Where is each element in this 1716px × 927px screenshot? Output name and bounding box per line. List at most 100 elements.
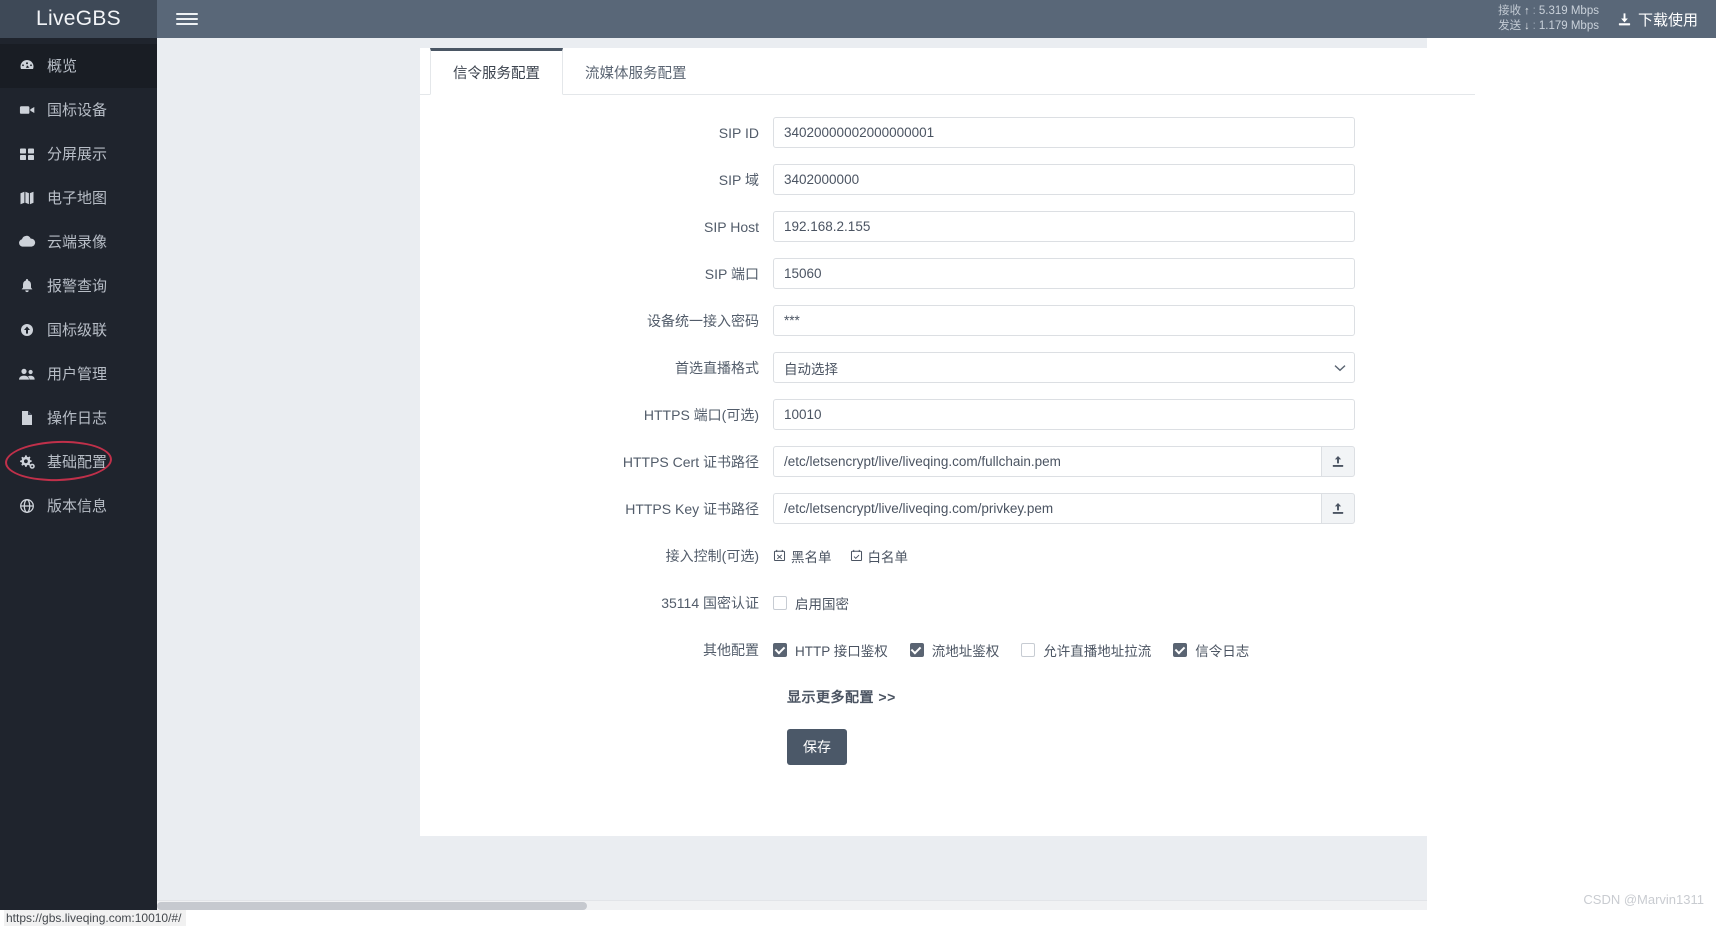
browser-status-bar: https://gbs.liveqing.com:10010/#/ [0, 910, 1716, 927]
form-row-live-format: 首选直播格式 [420, 352, 1475, 383]
app-window: LiveGBS 概览 国标设备 分屏展示 电子地图 云端录像 报警查询 国标级联… [0, 0, 1716, 927]
tab-media-service-config[interactable]: 流媒体服务配置 [563, 48, 709, 94]
sidebar-item-label: 国标级联 [47, 321, 108, 339]
sidebar-item-users[interactable]: 用户管理 [0, 352, 157, 396]
sidebar-item-overview[interactable]: 概览 [0, 44, 157, 88]
network-send-value: 1.179 Mbps [1538, 20, 1599, 32]
https-key-input[interactable] [773, 493, 1321, 524]
stream-url-auth-checkbox[interactable] [909, 642, 924, 657]
sidebar-item-version-info[interactable]: 版本信息 [0, 484, 157, 528]
show-more-config-link[interactable]: 显示更多配置 >> [787, 687, 896, 707]
form-row-sip-port: SIP 端口 [420, 258, 1475, 289]
device-password-input[interactable] [773, 305, 1355, 336]
sidebar-item-label: 操作日志 [47, 409, 108, 427]
form-row-https-port: HTTPS 端口(可选) [420, 399, 1475, 430]
sip-host-input[interactable] [773, 211, 1355, 242]
sip-domain-label: SIP 域 [718, 171, 759, 188]
form-row-device-password: 设备统一接入密码 [420, 305, 1475, 336]
live-format-select[interactable] [773, 352, 1355, 383]
form-row-other-config: 其他配置 HTTP 接口鉴权 流地址鉴权 允许直播地址拉流 信令日志 [420, 634, 1475, 665]
https-key-field-wrap [773, 493, 1355, 524]
scrollbar-thumb[interactable] [157, 902, 587, 910]
blacklist-label: 黑名单 [791, 549, 832, 565]
form-row-sip-domain: SIP 域 [420, 164, 1475, 195]
download-usage-button[interactable]: 下载使用 [1617, 9, 1698, 30]
https-port-input[interactable] [773, 399, 1355, 430]
stream-url-auth-checkbox-item[interactable]: 流地址鉴权 [909, 640, 999, 660]
allow-live-pull-checkbox-item[interactable]: 允许直播地址拉流 [1021, 640, 1151, 660]
http-api-auth-checkbox-item[interactable]: HTTP 接口鉴权 [773, 640, 888, 660]
form-row-sip-host: SIP Host [420, 211, 1475, 242]
sidebar-item-alarms[interactable]: 报警查询 [0, 264, 157, 308]
sidebar-item-cloud-record[interactable]: 云端录像 [0, 220, 157, 264]
map-icon [16, 189, 38, 207]
access-control-options: 黑名单 白名单 [773, 540, 908, 571]
signaling-log-checkbox[interactable] [1173, 642, 1188, 657]
enable-gm-checkbox-item[interactable]: 启用国密 [773, 593, 849, 613]
download-icon [1617, 12, 1632, 27]
gm-auth-label: 35114 国密认证 [661, 594, 759, 611]
list-icon [773, 549, 786, 562]
sidebar-item-basic-config[interactable]: 基础配置 [0, 439, 157, 484]
whitelist-button[interactable]: 白名单 [850, 546, 908, 566]
live-format-label: 首选直播格式 [675, 359, 759, 376]
watermark-text: CSDN @Marvin1311 [1583, 892, 1704, 907]
save-button[interactable]: 保存 [787, 729, 847, 765]
gears-icon [16, 453, 38, 471]
sip-id-input[interactable] [773, 117, 1355, 148]
http-api-auth-checkbox[interactable] [773, 642, 787, 657]
https-key-upload-button[interactable] [1321, 493, 1355, 524]
enable-gm-checkbox[interactable] [773, 595, 787, 610]
device-password-label: 设备统一接入密码 [647, 312, 759, 329]
enable-gm-label: 启用国密 [795, 596, 849, 612]
tab-signaling-service-config[interactable]: 信令服务配置 [430, 48, 563, 95]
sidebar-item-operation-log[interactable]: 操作日志 [0, 396, 157, 440]
sidebar-item-split-view[interactable]: 分屏展示 [0, 132, 157, 176]
https-port-label: HTTPS 端口(可选) [643, 406, 759, 423]
sip-domain-input[interactable] [773, 164, 1355, 195]
topbar-right-group: 接收 ↑ : 5.319 Mbps 发送 ↓ : 1.179 Mbps 下载使用 [1498, 4, 1716, 34]
sidebar-item-label: 用户管理 [47, 365, 108, 383]
https-cert-upload-button[interactable] [1321, 446, 1355, 477]
sidebar-item-cascade[interactable]: 国标级联 [0, 308, 157, 352]
upload-icon [1331, 455, 1345, 469]
tab-label: 信令服务配置 [453, 66, 540, 82]
https-cert-input[interactable] [773, 446, 1321, 477]
config-panel: 信令服务配置 流媒体服务配置 SIP ID SIP 域 SIP Host [420, 48, 1475, 836]
network-receive-label: 接收 [1498, 5, 1522, 17]
sip-id-field-wrap [773, 117, 1355, 148]
https-port-field-wrap [773, 399, 1355, 430]
sidebar-item-emap[interactable]: 电子地图 [0, 176, 157, 220]
sip-port-input[interactable] [773, 258, 1355, 289]
upload-icon [1331, 502, 1345, 516]
sip-port-field-wrap [773, 258, 1355, 289]
document-icon [16, 409, 38, 427]
network-send-label: 发送 [1498, 20, 1522, 32]
network-stats: 接收 ↑ : 5.319 Mbps 发送 ↓ : 1.179 Mbps [1498, 4, 1599, 34]
cloud-icon [16, 233, 38, 251]
signaling-log-checkbox-item[interactable]: 信令日志 [1173, 640, 1249, 660]
download-usage-label: 下载使用 [1637, 11, 1698, 29]
live-format-select-wrap [773, 352, 1355, 383]
sip-host-field-wrap [773, 211, 1355, 242]
top-bar: 接收 ↑ : 5.319 Mbps 发送 ↓ : 1.179 Mbps 下载使用 [157, 0, 1716, 38]
allow-live-pull-checkbox[interactable] [1021, 642, 1036, 657]
blacklist-button[interactable]: 黑名单 [773, 546, 832, 566]
status-url: https://gbs.liveqing.com:10010/#/ [4, 910, 187, 926]
more-config-row: 显示更多配置 >> [420, 687, 1475, 707]
other-config-options: HTTP 接口鉴权 流地址鉴权 允许直播地址拉流 信令日志 [773, 634, 1249, 665]
brand-name: LiveGBS [36, 7, 121, 30]
brand-logo[interactable]: LiveGBS [0, 0, 157, 38]
form-row-https-cert: HTTPS Cert 证书路径 [420, 446, 1475, 477]
sidebar-item-devices[interactable]: 国标设备 [0, 88, 157, 132]
network-separator: : [1532, 20, 1536, 32]
hamburger-icon[interactable] [176, 8, 198, 30]
arrow-up-icon: ↑ [1524, 5, 1530, 17]
sidebar-item-label: 国标设备 [47, 101, 108, 119]
sip-domain-field-wrap [773, 164, 1355, 195]
grid-icon [16, 145, 38, 163]
horizontal-scrollbar[interactable] [157, 900, 1427, 910]
sidebar-item-label: 分屏展示 [47, 145, 108, 163]
sidebar-item-label: 云端录像 [47, 233, 108, 251]
sip-id-label: SIP ID [718, 124, 759, 141]
